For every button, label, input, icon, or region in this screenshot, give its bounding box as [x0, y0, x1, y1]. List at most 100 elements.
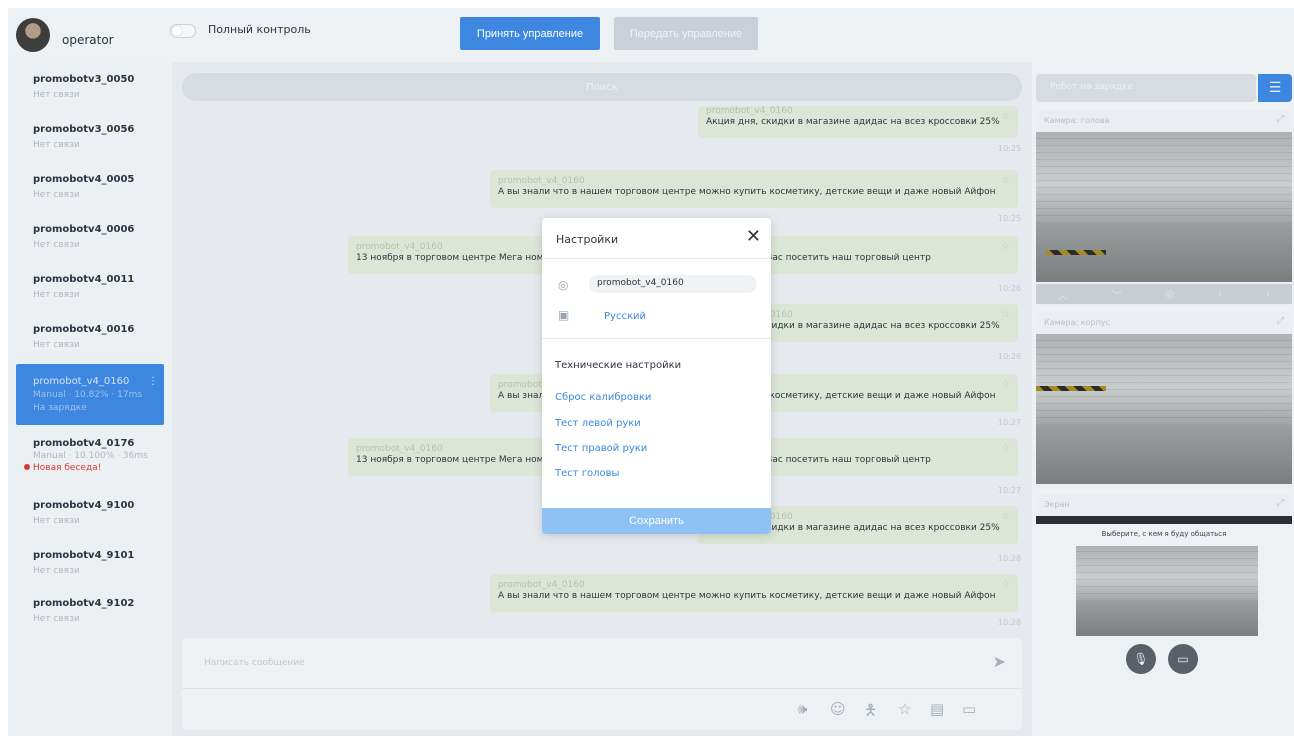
star-icon[interactable]: ☆ — [1001, 443, 1010, 454]
expand-icon[interactable]: ⤢ — [1277, 498, 1284, 508]
composer-divider — [182, 688, 1022, 689]
robot-item[interactable]: promobotv4_0006 Нет связи — [16, 212, 164, 260]
robot-status: Нет связи — [33, 140, 80, 150]
screen-icon[interactable]: ▭ — [962, 700, 976, 718]
chevron-left-icon[interactable]: ‹ — [1218, 289, 1222, 300]
accept-control-button[interactable]: Принять управление — [460, 17, 600, 50]
star-icon[interactable]: ☆ — [1001, 579, 1010, 590]
center-icon[interactable]: ◎ — [1166, 289, 1175, 300]
robot-name: promobotv4_0176 — [33, 438, 135, 449]
user-icon: ◎ — [558, 278, 569, 292]
camera-body-feed — [1036, 334, 1292, 484]
microphone-icon[interactable]: 🎙 — [1126, 644, 1156, 674]
message-sender: promobot_v4_0160 — [498, 580, 585, 590]
full-control-label: Полный контроль — [208, 23, 311, 36]
test-head-link[interactable]: Тест головы — [555, 468, 619, 479]
message-sender: promobot_v4_0160 — [706, 106, 793, 116]
language-select[interactable]: Русский — [604, 311, 646, 322]
speaker-icon[interactable]: 🕪 — [798, 700, 807, 718]
camera-wall — [1036, 132, 1292, 222]
robot-item[interactable]: promobotv4_0016 Нет связи — [16, 312, 164, 360]
language-icon: ▣ — [558, 308, 570, 322]
star-icon[interactable]: ☆ — [1001, 241, 1010, 252]
star-icon[interactable]: ☆ — [1001, 175, 1010, 186]
hazard-stripe — [1036, 386, 1106, 391]
test-right-arm-link[interactable]: Тест правой руки — [555, 443, 647, 454]
hazard-stripe — [1046, 250, 1106, 255]
search-input[interactable]: Поиск — [182, 73, 1022, 101]
tech-settings-title: Технические настройки — [555, 360, 682, 371]
close-icon[interactable]: ✕ — [746, 227, 761, 247]
message-time: 10:26 — [998, 284, 1022, 293]
robot-task-status: Робот на зарядке — [1036, 74, 1256, 102]
robot-item[interactable]: promobotv4_0011 Нет связи — [16, 262, 164, 310]
camera-head-title: Камера: голова — [1044, 116, 1110, 125]
test-left-arm-link[interactable]: Тест левой руки — [555, 418, 641, 429]
camera-wall — [1036, 334, 1292, 424]
expand-icon[interactable]: ⤢ — [1277, 316, 1284, 326]
menu-icon[interactable]: ☰ — [1258, 74, 1292, 102]
robot-item[interactable]: promobotv4_9101 Нет связи — [16, 538, 164, 586]
message-text: Акция дня, скидки в магазине адидас на в… — [706, 117, 1000, 127]
robot-item[interactable]: promobotv3_0050 Нет связи — [16, 62, 164, 110]
robot-status: Нет связи — [33, 516, 80, 526]
reset-calibration-link[interactable]: Сброс калибровки — [555, 392, 651, 403]
robot-item[interactable]: promobotv4_9102 Нет связи — [16, 586, 164, 634]
robot-item-selected[interactable]: promobot_v4_0160 Manual · 10.82% · 17ms … — [16, 364, 164, 425]
robot-item[interactable]: promobotv3_0056 Нет связи — [16, 112, 164, 160]
robot-name-field[interactable]: promobot_v4_0160 — [589, 275, 757, 293]
robot-name: promobotv4_9102 — [33, 598, 135, 609]
robot-name: promobotv4_0006 — [33, 224, 135, 235]
robot-status: Нет связи — [33, 290, 80, 300]
chevron-right-icon[interactable]: › — [1266, 289, 1270, 300]
robot-status: Нет связи — [33, 240, 80, 250]
robot-name: promobotv4_9101 — [33, 550, 135, 561]
new-chat-badge[interactable]: Новая беседа! — [24, 463, 164, 473]
message-input[interactable]: Написать сообщение — [204, 658, 305, 668]
new-chat-label: Новая беседа! — [33, 463, 102, 473]
emoji-icon[interactable]: ☺ — [830, 700, 846, 718]
transfer-control-button[interactable]: Передать управление — [614, 17, 758, 50]
message-time: 10:25 — [998, 214, 1022, 223]
star-icon[interactable]: ☆ — [1001, 309, 1010, 320]
robot-name: promobotv4_9100 — [33, 500, 135, 511]
screen-mirror: Выберите, с кем я буду общаться — [1036, 524, 1292, 684]
full-control-toggle[interactable] — [170, 24, 196, 38]
star-icon[interactable]: ☆ — [1001, 511, 1010, 522]
robot-item[interactable]: promobotv4_0176 Manual · 10.100% · 36ms … — [16, 426, 164, 474]
favorites-icon[interactable]: ☆ — [898, 700, 911, 718]
script-icon[interactable]: ▤ — [930, 700, 944, 718]
star-icon[interactable]: ☆ — [1001, 379, 1010, 390]
robot-charging-status: На зарядке — [33, 403, 87, 413]
robot-status: Нет связи — [33, 340, 80, 350]
chevron-up-icon[interactable]: ︿ — [1058, 287, 1068, 302]
screen-title: Экран — [1044, 500, 1070, 509]
video-camera-icon[interactable]: ▭ — [1168, 644, 1198, 674]
chat-message: promobot_v4_0160 А вы знали что в нашем … — [490, 574, 1018, 612]
camera-body-panel: Камера: корпус ⤢ — [1036, 312, 1292, 488]
expand-icon[interactable]: ⤢ — [1277, 114, 1284, 124]
robot-item[interactable]: promobotv4_9100 Нет связи — [16, 488, 164, 536]
chevron-down-icon[interactable]: ﹀ — [1112, 287, 1122, 302]
send-icon[interactable]: ➤ — [993, 652, 1006, 671]
robot-item[interactable]: promobotv4_0005 Нет связи — [16, 162, 164, 210]
star-icon[interactable]: ☆ — [1001, 111, 1010, 122]
camera-head-panel: Камера: голова ⤢ ︿ ﹀ ◎ ‹ › — [1036, 110, 1292, 306]
screen-prompt: Выберите, с кем я буду общаться — [1101, 530, 1227, 538]
save-button[interactable]: Сохранить — [542, 508, 771, 534]
message-sender: promobot_v4_0160 — [498, 176, 585, 186]
operator-avatar[interactable] — [16, 18, 50, 52]
robot-status: Manual · 10.82% · 17ms — [33, 390, 143, 400]
more-icon[interactable]: ⋮ — [148, 376, 158, 387]
alert-dot-icon — [24, 464, 30, 470]
divider — [542, 258, 771, 259]
screen-camera-feed — [1076, 546, 1258, 636]
divider — [542, 338, 771, 339]
right-panel: Робот на зарядке ☰ Камера: голова ⤢ ︿ ﹀ … — [1032, 62, 1294, 736]
gesture-icon[interactable]: 🯅 — [864, 700, 877, 725]
message-time: 10:28 — [998, 618, 1022, 627]
camera-body-title: Камера: корпус — [1044, 318, 1110, 327]
camera-controls: ︿ ﹀ ◎ ‹ › — [1036, 284, 1292, 304]
screen-panel: Экран ⤢ Выберите, с кем я буду общаться … — [1036, 494, 1292, 684]
camera-head-feed — [1036, 132, 1292, 282]
